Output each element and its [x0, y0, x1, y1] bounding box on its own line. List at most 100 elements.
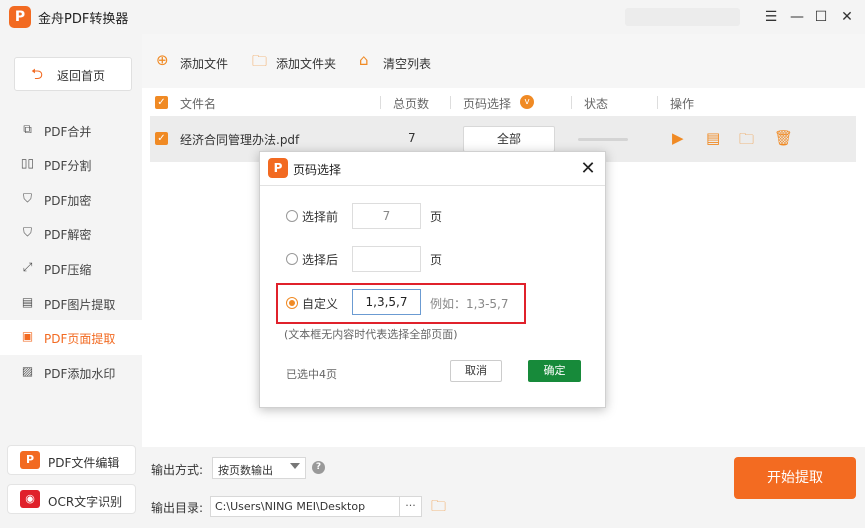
add-folder-button[interactable]: 🗀 添加文件夹	[252, 48, 348, 76]
sidebar-item-label: PDF添加水印	[44, 367, 116, 381]
add-file-label: 添加文件	[180, 57, 229, 71]
app-logo-icon: P	[268, 158, 288, 178]
close-icon[interactable]: ✕	[578, 158, 598, 179]
output-dir-field[interactable]: C:\Users\NING MEI\Desktop	[210, 496, 400, 517]
output-mode-label: 输出方式:	[151, 463, 204, 477]
dialog-title: 页码选择	[293, 163, 342, 177]
user-account-area[interactable]	[625, 8, 740, 26]
custom-example: 例如：1,3-5,7	[430, 297, 509, 311]
selected-count: 已选中4页	[286, 368, 337, 381]
chevron-down-icon	[290, 463, 300, 469]
close-icon[interactable]: ✕	[836, 6, 858, 28]
row-page-count: 7	[408, 131, 416, 145]
minimize-icon[interactable]: —	[786, 6, 808, 28]
sidebar-item-decrypt[interactable]: ⛉ PDF解密	[0, 216, 142, 251]
ok-button[interactable]: 确定	[528, 360, 581, 382]
broom-icon: ⌂	[359, 51, 369, 69]
output-dir-label: 输出目录:	[151, 501, 204, 515]
play-icon[interactable]: ▶	[672, 129, 684, 147]
return-icon: ⮌	[31, 65, 44, 83]
page-range-button[interactable]: 全部	[463, 126, 555, 152]
clear-list-label: 清空列表	[383, 57, 432, 71]
header-status: 状态	[584, 97, 609, 111]
trash-icon[interactable]: 🗑	[774, 129, 793, 147]
column-divider	[571, 96, 572, 109]
empty-hint: (文本框无内容时代表选择全部页面)	[284, 328, 458, 341]
last-pages-input[interactable]	[352, 246, 421, 272]
unit-label: 页	[430, 253, 443, 267]
header-actions: 操作	[670, 97, 695, 111]
sidebar-item-watermark[interactable]: ▨ PDF添加水印	[0, 355, 142, 390]
range-dropdown-icon[interactable]: v	[520, 95, 534, 109]
page-extract-icon: ▣	[21, 329, 34, 343]
pdf-edit-label: PDF文件编辑	[48, 456, 120, 470]
output-mode-value: 按页数输出	[218, 464, 273, 477]
ocr-button[interactable]: ◉ OCR文字识别	[7, 484, 136, 514]
sidebar-item-merge[interactable]: ⧉ PDF合并	[0, 113, 142, 148]
sidebar-item-image-extract[interactable]: ▤ PDF图片提取	[0, 286, 142, 321]
ocr-eye-icon: ◉	[20, 490, 40, 508]
unit-label: 页	[430, 210, 443, 224]
table-header: ✓ 文件名 总页数 页码选择 v 状态 操作	[142, 88, 865, 116]
sidebar-item-compress[interactable]: ⤢ PDF压缩	[0, 251, 142, 286]
last-pages-label: 选择后	[302, 253, 339, 267]
maximize-icon[interactable]: ☐	[810, 6, 832, 28]
progress-bar	[578, 138, 628, 141]
page-range-dialog: P 页码选择 ✕ 选择前 7 页 选择后 页 自定义 1,3,5,7 例如：1,…	[259, 151, 606, 408]
custom-pages-input[interactable]: 1,3,5,7	[352, 289, 421, 315]
home-button-label: 返回首页	[57, 69, 106, 83]
sidebar-item-label: PDF加密	[44, 194, 92, 208]
column-divider	[657, 96, 658, 109]
merge-icon: ⧉	[23, 122, 32, 136]
pdf-edit-icon: P	[20, 451, 40, 469]
dialog-header: P 页码选择 ✕	[260, 152, 605, 186]
document-icon[interactable]: ▤	[706, 129, 720, 147]
radio-custom[interactable]	[286, 297, 298, 309]
add-circle-icon: ⊕	[156, 51, 169, 69]
sidebar-item-label: PDF页面提取	[44, 332, 116, 346]
add-file-button[interactable]: ⊕ 添加文件	[156, 48, 246, 76]
header-pages: 总页数	[393, 97, 430, 111]
output-mode-select[interactable]: 按页数输出	[212, 457, 306, 479]
sidebar-item-encrypt[interactable]: ⛉ PDF加密	[0, 182, 142, 217]
unlock-shield-icon: ⛉	[22, 225, 32, 239]
image-extract-icon: ▤	[21, 295, 34, 309]
open-folder-icon[interactable]: 🗀	[739, 129, 754, 154]
add-folder-label: 添加文件夹	[276, 57, 337, 71]
sidebar-item-label: PDF分割	[44, 159, 92, 173]
cancel-button[interactable]: 取消	[450, 360, 502, 382]
clear-list-button[interactable]: ⌂ 清空列表	[359, 48, 443, 76]
app-title: 金舟PDF转换器	[38, 12, 129, 27]
sidebar: ⮌ 返回首页 ⧉ PDF合并 ▯▯ PDF分割 ⛉ PDF加密 ⛉ PDF解密 …	[0, 34, 142, 528]
radio-first-pages[interactable]	[286, 210, 298, 222]
start-extract-button[interactable]: 开始提取	[734, 457, 856, 499]
title-bar: P 金舟PDF转换器 ☰ — ☐ ✕	[0, 0, 865, 34]
first-pages-label: 选择前	[302, 210, 339, 224]
browse-button[interactable]: ···	[400, 496, 422, 517]
custom-label: 自定义	[302, 297, 339, 311]
watermark-icon: ▨	[21, 364, 34, 378]
toolbar: ⊕ 添加文件 🗀 添加文件夹 ⌂ 清空列表	[142, 34, 865, 88]
open-folder-icon[interactable]: 🗀	[431, 496, 446, 521]
column-divider	[380, 96, 381, 109]
menu-icon[interactable]: ☰	[760, 6, 782, 28]
lock-shield-icon: ⛉	[22, 191, 32, 205]
compress-icon: ⤢	[22, 260, 33, 274]
pdf-edit-button[interactable]: P PDF文件编辑	[7, 445, 136, 475]
home-button[interactable]: ⮌ 返回首页	[14, 57, 132, 91]
radio-last-pages[interactable]	[286, 253, 298, 265]
column-divider	[450, 96, 451, 109]
ocr-label: OCR文字识别	[48, 495, 123, 509]
help-icon[interactable]: ?	[312, 461, 325, 474]
header-filename: 文件名	[180, 97, 217, 111]
first-pages-input[interactable]: 7	[352, 203, 421, 229]
sidebar-item-label: PDF合并	[44, 125, 92, 139]
app-logo-icon: P	[9, 6, 31, 28]
folder-icon: 🗀	[252, 52, 268, 70]
header-range: 页码选择	[463, 97, 512, 111]
sidebar-item-split[interactable]: ▯▯ PDF分割	[0, 147, 142, 182]
row-filename: 经济合同管理办法.pdf	[180, 133, 300, 147]
select-all-checkbox[interactable]: ✓	[155, 96, 168, 109]
row-checkbox[interactable]: ✓	[155, 132, 168, 145]
sidebar-item-page-extract[interactable]: ▣ PDF页面提取	[0, 320, 142, 355]
